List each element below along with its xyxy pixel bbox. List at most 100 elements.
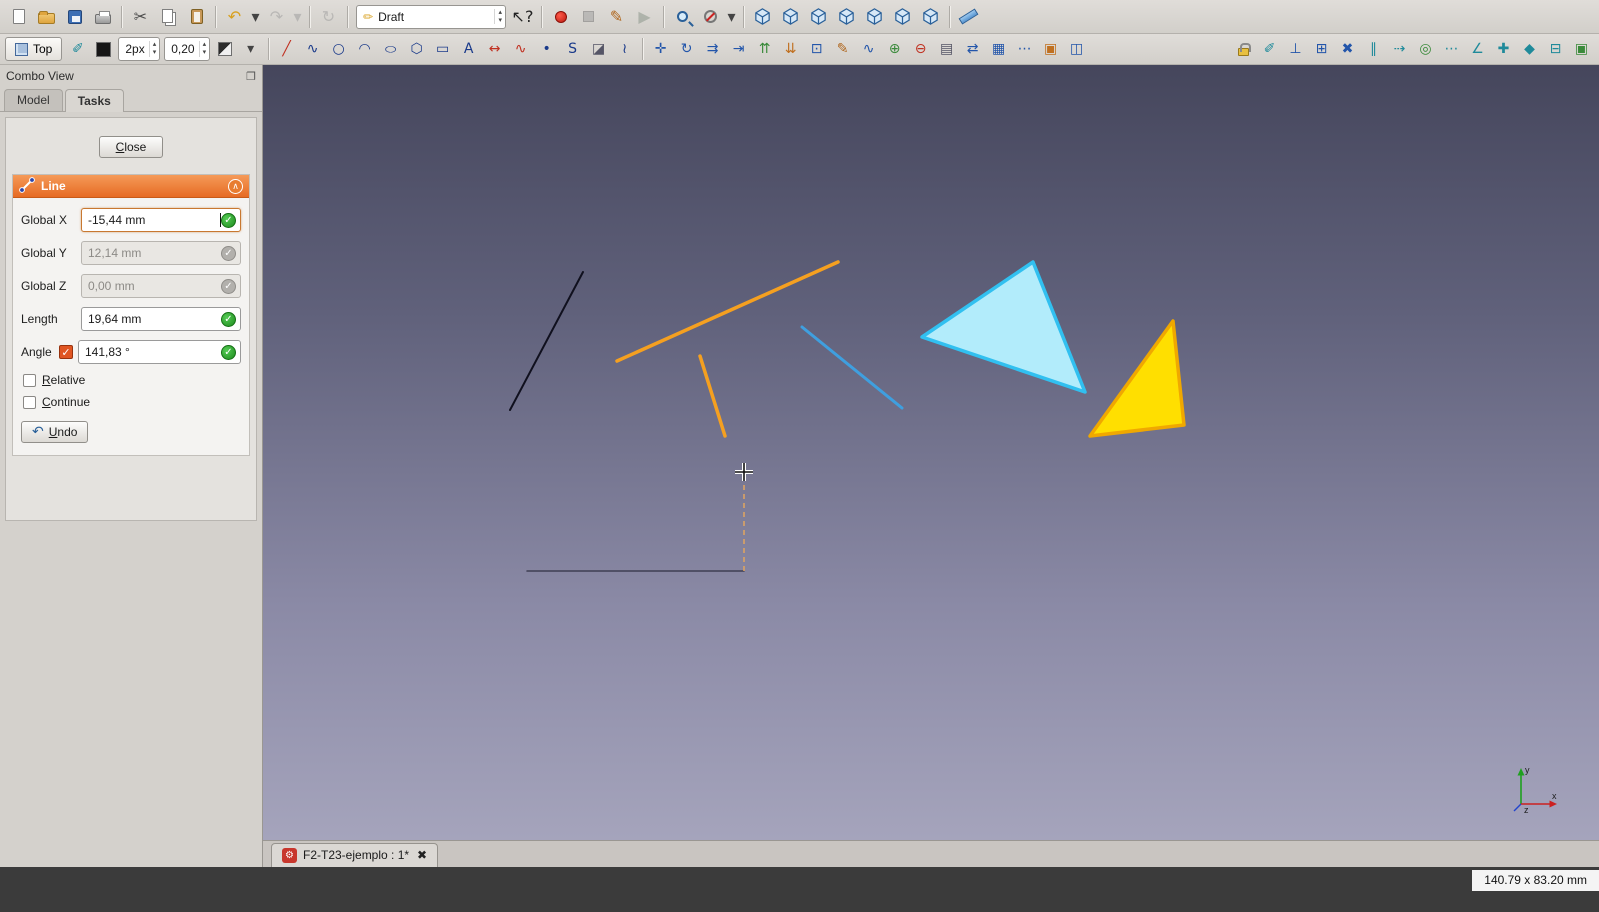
new-document-button[interactable] [5, 4, 32, 30]
global-scale-spinner[interactable]: 0,20 ▴▾ [164, 37, 210, 61]
macro-edit-button[interactable]: ✎ [603, 4, 630, 30]
snap-perpendicular-toggle[interactable]: ⊥ [1283, 37, 1308, 61]
draft-remove-point-tool[interactable]: ⊖ [908, 37, 933, 61]
relative-checkbox-row[interactable]: Relative [23, 373, 241, 387]
construction-mode-toggle[interactable]: ✐ [65, 37, 90, 61]
black-line[interactable] [510, 272, 583, 410]
cut-button[interactable]: ✂ [127, 4, 154, 30]
draft-edit-tool[interactable]: ✎ [830, 37, 855, 61]
length-input[interactable]: 19,64 mm ✓ [81, 307, 241, 331]
draft-rotate-tool[interactable]: ↻ [674, 37, 699, 61]
snap-grid-toggle[interactable]: ⊞ [1309, 37, 1334, 61]
save-document-button[interactable] [61, 4, 88, 30]
snap-extension-toggle[interactable]: ⇢ [1387, 37, 1412, 61]
draft-wire-to-bspline-tool[interactable]: ∿ [856, 37, 881, 61]
line-width-spinner-arrows[interactable]: ▴▾ [149, 41, 157, 56]
draft-polygon-tool[interactable]: ⬡ [404, 37, 429, 61]
angle-checkbox[interactable]: ✓ [59, 345, 73, 359]
draft-bspline-tool[interactable]: ∿ [508, 37, 533, 61]
open-document-button[interactable] [33, 4, 60, 30]
snap-dimensions-toggle[interactable]: ⊟ [1543, 37, 1568, 61]
box-zoom-button[interactable] [669, 4, 696, 30]
macro-stop-button[interactable] [575, 4, 602, 30]
workbench-selector[interactable]: ✏ Draft ▴▾ [356, 5, 506, 29]
redo-dropdown[interactable]: ▾ [291, 4, 304, 30]
global-y-input[interactable]: 12,14 mm ✓ [81, 241, 241, 265]
draw-style-button[interactable] [697, 4, 724, 30]
relative-checkbox[interactable] [23, 374, 36, 387]
draft-line-tool[interactable]: ╱ [274, 37, 299, 61]
orange-line-short[interactable] [700, 356, 725, 436]
redo-button[interactable]: ↷ [263, 4, 290, 30]
style-button[interactable] [212, 37, 237, 61]
tab-close-icon[interactable]: ✖ [417, 848, 427, 862]
undo-button[interactable]: ↶ [221, 4, 248, 30]
tab-model[interactable]: Model [4, 89, 63, 111]
draft-offset-tool[interactable]: ⇉ [700, 37, 725, 61]
macro-record-button[interactable] [547, 4, 574, 30]
draft-shape-2d-view-tool[interactable]: ▤ [934, 37, 959, 61]
yellow-triangle[interactable] [1090, 321, 1184, 436]
paste-button[interactable] [183, 4, 210, 30]
float-panel-icon[interactable]: ❐ [246, 70, 256, 83]
view-front-button[interactable] [777, 4, 804, 30]
draft-array-tool[interactable]: ▦ [986, 37, 1011, 61]
draft-arc-tool[interactable]: ◠ [352, 37, 377, 61]
draft-to-sketch-tool[interactable]: ⇄ [960, 37, 985, 61]
whats-this-button[interactable]: ↖? [509, 4, 536, 30]
snap-center-toggle[interactable]: ✚ [1491, 37, 1516, 61]
snap-intersection-toggle[interactable]: ✖ [1335, 37, 1360, 61]
cyan-triangle[interactable] [922, 262, 1085, 392]
snap-ortho-toggle[interactable]: ◎ [1413, 37, 1438, 61]
collapse-panel-icon[interactable]: ∧ [228, 179, 243, 194]
undo-button[interactable]: ↶ Undo [21, 421, 88, 443]
view-bottom-button[interactable] [889, 4, 916, 30]
continue-checkbox[interactable] [23, 396, 36, 409]
snap-near-toggle[interactable]: ⋯ [1439, 37, 1464, 61]
draft-text-tool[interactable]: A [456, 37, 481, 61]
undo-dropdown[interactable]: ▾ [249, 4, 262, 30]
3d-viewport[interactable]: y x z [263, 65, 1599, 840]
close-button[interactable]: Close [99, 136, 164, 158]
draft-path-array-tool[interactable]: ⋯ [1012, 37, 1037, 61]
snap-endpoint-toggle[interactable]: ✐ [1257, 37, 1282, 61]
draw-style-dropdown[interactable]: ▾ [725, 4, 738, 30]
draft-wire-tool[interactable]: ∿ [300, 37, 325, 61]
draft-scale-tool[interactable]: ⊡ [804, 37, 829, 61]
draft-downgrade-tool[interactable]: ⇊ [778, 37, 803, 61]
line-color-swatch[interactable] [91, 37, 116, 61]
global-x-input[interactable]: -15,44 mm ✓ [81, 208, 241, 232]
draft-facebinder-tool[interactable]: ◪ [586, 37, 611, 61]
angle-input[interactable]: 141,83 ° ✓ [78, 340, 241, 364]
print-button[interactable] [89, 4, 116, 30]
view-left-button[interactable] [917, 4, 944, 30]
view-top-button[interactable] [805, 4, 832, 30]
view-right-button[interactable] [833, 4, 860, 30]
style-dropdown[interactable]: ▾ [238, 37, 263, 61]
measure-distance-button[interactable] [955, 4, 982, 30]
continue-checkbox-row[interactable]: Continue [23, 395, 241, 409]
snap-parallel-toggle[interactable]: ∥ [1361, 37, 1386, 61]
draft-rectangle-tool[interactable]: ▭ [430, 37, 455, 61]
draft-move-tool[interactable]: ✛ [648, 37, 673, 61]
view-isometric-button[interactable] [749, 4, 776, 30]
draft-upgrade-tool[interactable]: ⇈ [752, 37, 777, 61]
blue-line[interactable] [802, 327, 902, 408]
draft-trimex-tool[interactable]: ⇥ [726, 37, 751, 61]
draft-add-point-tool[interactable]: ⊕ [882, 37, 907, 61]
draft-clone-tool[interactable]: ▣ [1038, 37, 1063, 61]
snap-working-plane-toggle[interactable]: ▣ [1569, 37, 1594, 61]
refresh-button[interactable]: ↻ [315, 4, 342, 30]
draft-dimension-tool[interactable]: ↔ [482, 37, 507, 61]
draft-circle-tool[interactable]: ○ [326, 37, 351, 61]
workbench-spinner-arrows[interactable]: ▴▾ [494, 9, 502, 24]
draft-point-tool[interactable]: • [534, 37, 559, 61]
draft-bezier-tool[interactable]: ≀ [612, 37, 637, 61]
snap-special-toggle[interactable]: ◆ [1517, 37, 1542, 61]
tab-tasks[interactable]: Tasks [65, 89, 124, 112]
copy-button[interactable] [155, 4, 182, 30]
snap-lock-toggle[interactable] [1231, 37, 1256, 61]
document-tab[interactable]: ⚙ F2-T23-ejemplo : 1* ✖ [271, 843, 438, 867]
orange-line-long[interactable] [617, 262, 838, 361]
view-rear-button[interactable] [861, 4, 888, 30]
